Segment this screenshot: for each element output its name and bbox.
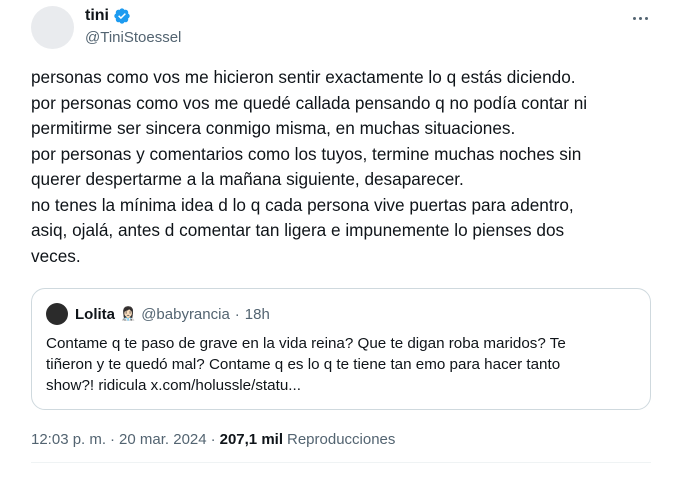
quoted-tweet-header: Lolita 👩🏻‍⚕️ @babyrancia · 18h: [46, 303, 270, 325]
tweet-line: no tenes la mínima idea d lo q cada pers…: [31, 194, 574, 215]
quoted-timestamp[interactable]: 18h: [245, 306, 270, 323]
tweet-line: asiq, ojalá, antes d comentar tan ligera…: [31, 220, 565, 240]
divider: [31, 462, 651, 463]
separator-dot: ·: [110, 431, 116, 448]
quoted-line: Contame q te paso de grave en la vida re…: [46, 335, 566, 352]
tweet-time[interactable]: 12:03 p. m.: [31, 431, 106, 448]
view-count: 207,1 mil: [219, 431, 283, 448]
separator-dot: ·: [210, 431, 216, 448]
author-handle[interactable]: @TiniStoessel: [85, 29, 181, 46]
quoted-author-avatar[interactable]: [46, 303, 68, 325]
quoted-author-handle[interactable]: @babyrancia: [141, 306, 230, 323]
quoted-line: show?! ridicula x.com/holussle/statu...: [46, 377, 301, 394]
verified-badge-icon: [114, 8, 130, 24]
tweet-date[interactable]: 20 mar. 2024: [119, 431, 207, 448]
quoted-tweet[interactable]: Lolita 👩🏻‍⚕️ @babyrancia · 18h Contame q…: [31, 288, 651, 410]
quoted-tweet-text: Contame q te paso de grave en la vida re…: [46, 333, 636, 396]
author-display-name[interactable]: tini: [85, 7, 109, 25]
tweet-line: por personas y comentarios como los tuyo…: [31, 143, 582, 164]
tweet-line: personas como vos me hicieron sentir exa…: [31, 67, 576, 87]
health-worker-emoji-icon: 👩🏻‍⚕️: [120, 306, 137, 321]
tweet-meta: 12:03 p. m. · 20 mar. 2024 · 207,1 mil R…: [31, 431, 395, 448]
author-avatar[interactable]: [31, 6, 74, 49]
tweet-line: por personas como vos me quedé callada p…: [31, 92, 588, 113]
more-options-icon[interactable]: [628, 10, 652, 26]
tweet-line: querer despertarme a la mañana siguiente…: [31, 169, 464, 189]
view-count-label: Reproducciones: [287, 431, 396, 448]
quoted-line: tiñeron y te quedó mal? Contame q es lo …: [46, 356, 561, 373]
tweet-text: personas como vos me hicieron sentir exa…: [31, 65, 661, 269]
separator-dot: ·: [234, 305, 240, 323]
author-name-row: tini: [85, 7, 131, 25]
tweet-line: veces.: [31, 245, 81, 266]
tweet-line: permitirme ser sincera conmigo misma, en…: [31, 118, 516, 138]
quoted-author-name[interactable]: Lolita: [75, 306, 115, 323]
tweet-card: tini @TiniStoessel personas como vos me …: [0, 0, 683, 477]
